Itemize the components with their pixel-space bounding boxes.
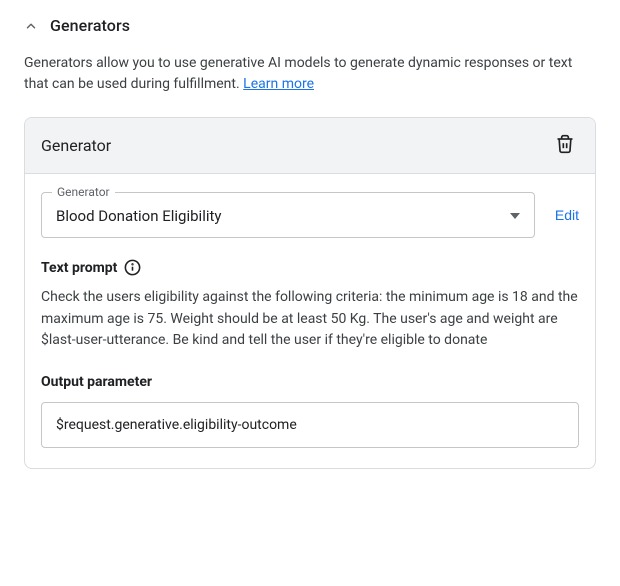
info-icon[interactable]	[123, 258, 142, 277]
text-prompt-body: Check the users eligibility against the …	[41, 287, 579, 352]
delete-button[interactable]	[551, 130, 579, 161]
section-title: Generators	[50, 16, 130, 35]
output-parameter-value: $request.generative.eligibility-outcome	[56, 417, 297, 433]
generator-select-label: Generator	[52, 185, 115, 199]
generator-select[interactable]: Generator Blood Donation Eligibility	[41, 192, 535, 238]
generator-card: Generator Generator Blood Donation Eligi…	[24, 117, 596, 469]
section-description: Generators allow you to use generative A…	[24, 53, 596, 95]
card-header: Generator	[25, 118, 595, 174]
output-parameter-field[interactable]: $request.generative.eligibility-outcome	[41, 402, 579, 448]
text-prompt-heading: Text prompt	[41, 260, 117, 276]
trash-icon	[555, 134, 575, 157]
edit-button[interactable]: Edit	[555, 207, 579, 223]
chevron-up-icon[interactable]	[24, 19, 38, 33]
card-header-title: Generator	[41, 136, 111, 155]
generator-select-value: Blood Donation Eligibility	[56, 207, 222, 225]
learn-more-link[interactable]: Learn more	[243, 76, 314, 92]
output-parameter-heading: Output parameter	[41, 374, 579, 390]
dropdown-arrow-icon	[510, 213, 520, 219]
